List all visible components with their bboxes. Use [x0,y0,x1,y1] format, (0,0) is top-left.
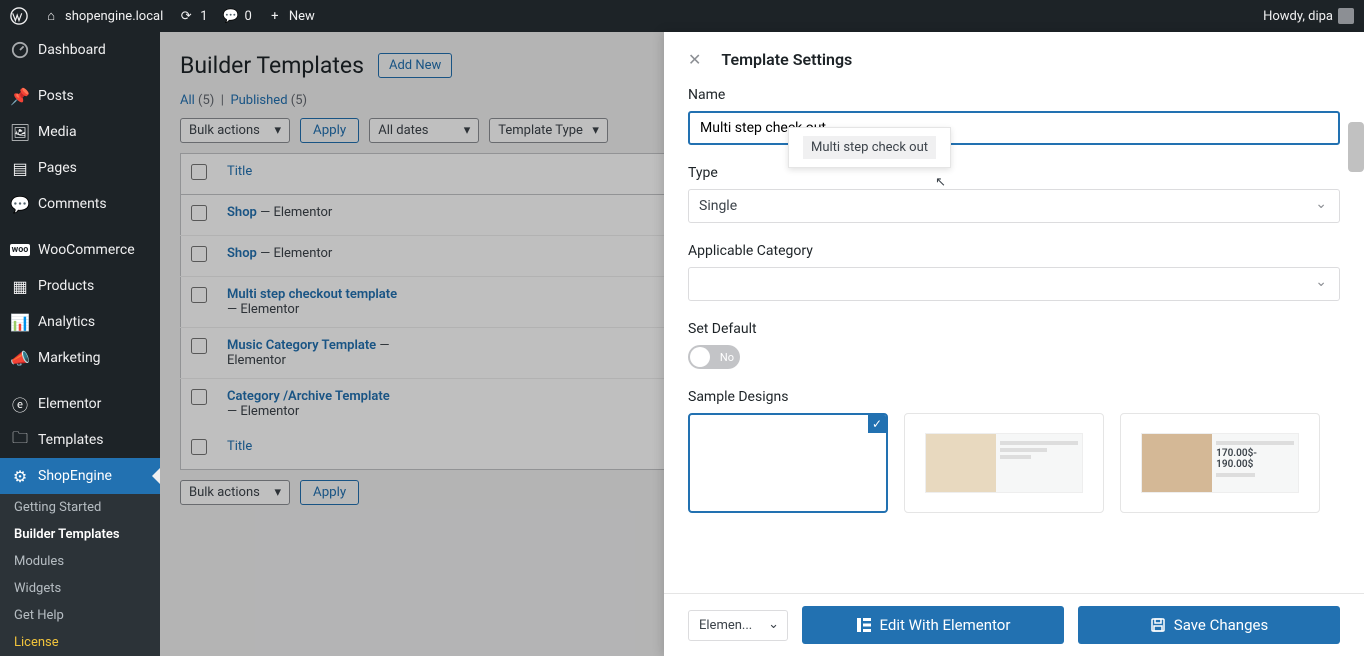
menu-dashboard[interactable]: Dashboard [0,32,160,68]
comments-icon: 💬 [10,194,30,214]
update-icon: ⟳ [177,7,195,25]
edit-with-elementor-button[interactable]: Edit With Elementor [802,606,1064,644]
user-menu[interactable]: Howdy, dipa [1263,8,1354,24]
category-select[interactable] [688,267,1340,301]
shopengine-icon: ⚙ [10,466,30,486]
updates-link[interactable]: ⟳1 [177,7,207,25]
save-icon [1150,617,1166,633]
templates-icon: 🗀 [10,430,30,450]
menu-templates[interactable]: 🗀Templates [0,422,160,458]
elementor-icon: ⓔ [10,394,30,414]
cursor-icon: ↖ [935,175,946,190]
admin-sidebar: Dashboard 📌Posts 🖼Media ▤Pages 💬Comments… [0,32,160,656]
drawer-scrollbar[interactable] [1348,122,1364,172]
submenu-builder-templates[interactable]: Builder Templates [0,521,160,548]
menu-shopengine[interactable]: ⚙ShopEngine [0,458,160,494]
category-label: Applicable Category [688,243,1340,259]
editor-select[interactable]: Elemen... [688,610,788,641]
pages-icon: ▤ [10,158,30,178]
menu-marketing[interactable]: 📣Marketing [0,340,160,376]
comment-icon: 💬 [222,7,240,25]
autocomplete-dropdown: Multi step check out↖ [788,127,951,168]
submenu-modules[interactable]: Modules [0,548,160,575]
type-label: Type [688,165,1340,181]
menu-products[interactable]: ▦Products [0,268,160,304]
check-icon: ✓ [868,415,886,433]
menu-woocommerce[interactable]: wooWooCommerce [0,232,160,268]
menu-media[interactable]: 🖼Media [0,114,160,150]
plus-icon: + [266,7,284,25]
name-label: Name [688,87,1340,103]
new-content-link[interactable]: +New [266,7,315,25]
admin-bar: ⌂ shopengine.local ⟳1 💬0 +New Howdy, dipa [0,0,1364,32]
marketing-icon: 📣 [10,348,30,368]
site-name-link[interactable]: ⌂ shopengine.local [42,7,163,25]
comments-link[interactable]: 💬0 [222,7,252,25]
media-icon: 🖼 [10,122,30,142]
analytics-icon: 📊 [10,312,30,332]
close-icon[interactable]: ✕ [688,50,701,69]
elementor-edit-icon [856,617,872,633]
wordpress-icon [10,7,28,25]
dashboard-icon [10,40,30,60]
menu-elementor[interactable]: ⓔElementor [0,386,160,422]
toggle-knob [690,347,710,367]
home-icon: ⌂ [42,7,60,25]
type-select[interactable]: Single [688,189,1340,223]
template-settings-drawer: ✕ Template Settings Name Multi step chec… [664,32,1364,656]
submenu-license[interactable]: License [0,629,160,656]
autocomplete-item[interactable]: Multi step check out↖ [803,136,936,159]
default-label: Set Default [688,321,1340,337]
submenu-get-help[interactable]: Get Help [0,602,160,629]
menu-comments[interactable]: 💬Comments [0,186,160,222]
menu-analytics[interactable]: 📊Analytics [0,304,160,340]
menu-pages[interactable]: ▤Pages [0,150,160,186]
pin-icon: 📌 [10,86,30,106]
default-toggle[interactable]: No [688,345,740,369]
wp-logo[interactable] [10,7,28,25]
submenu-widgets[interactable]: Widgets [0,575,160,602]
name-input[interactable] [688,111,1340,145]
submenu-getting-started[interactable]: Getting Started [0,494,160,521]
design-card-3[interactable]: 170.00$- 190.00$ [1120,413,1320,513]
products-icon: ▦ [10,276,30,296]
menu-posts[interactable]: 📌Posts [0,78,160,114]
avatar-icon [1338,8,1354,24]
save-changes-button[interactable]: Save Changes [1078,606,1340,644]
design-card-2[interactable] [904,413,1104,513]
drawer-title: Template Settings [721,50,852,69]
site-name: shopengine.local [65,9,163,24]
design-card-blank[interactable]: ✓ [688,413,888,513]
designs-label: Sample Designs [688,389,1340,405]
woo-icon: woo [10,240,30,260]
